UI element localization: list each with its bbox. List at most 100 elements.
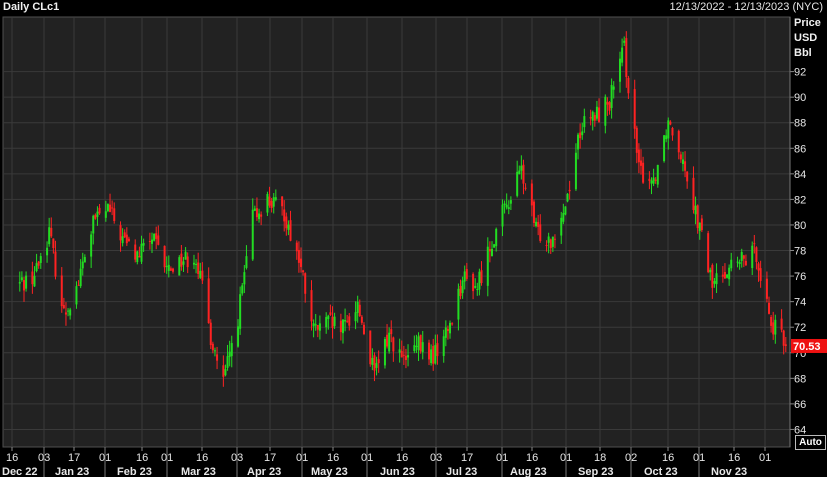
candle-body [369, 330, 372, 365]
candle-body [474, 285, 477, 288]
candle [209, 319, 212, 350]
candle-body [730, 259, 733, 269]
candle-body [780, 318, 783, 330]
candle-body [463, 271, 466, 282]
candle-body [258, 213, 261, 220]
candle-body [31, 271, 34, 285]
candle-body [522, 164, 525, 184]
candle-body [444, 327, 447, 338]
candle-body [272, 197, 275, 207]
candle-body [111, 207, 114, 209]
x-month-label: Feb 23 [117, 466, 152, 477]
candle-body [119, 225, 122, 241]
candle-body [25, 275, 28, 289]
candle-body [539, 224, 542, 241]
candle-body [300, 258, 303, 267]
candle-body [83, 257, 86, 263]
candle-body [304, 273, 307, 294]
candle-body [639, 160, 642, 166]
candle-body [216, 354, 219, 361]
candle-body [740, 252, 743, 261]
candle [369, 330, 372, 367]
candle-body [713, 281, 716, 284]
candle-body [75, 286, 78, 305]
candle-body [457, 288, 460, 320]
candle-body [681, 159, 684, 164]
candle-body [121, 236, 124, 244]
candle-body [606, 101, 609, 105]
candle-body [52, 238, 55, 248]
candle-body [195, 263, 198, 266]
candle-body [329, 312, 332, 315]
x-month-label: Oct 23 [644, 466, 678, 477]
candle-body [465, 268, 468, 279]
candle-body [549, 239, 552, 249]
candle-body [274, 197, 277, 200]
candle-body [667, 120, 670, 139]
candle-body [39, 256, 42, 263]
candle-body [182, 261, 185, 265]
candle-body [744, 260, 747, 266]
candle-body [577, 134, 580, 150]
candle-body [140, 243, 143, 262]
candle [656, 164, 659, 188]
x-day-label: 16 [6, 452, 18, 464]
candle-body [155, 233, 158, 239]
candle-body [671, 128, 674, 136]
candle-body [383, 339, 386, 366]
candle-body [237, 326, 240, 347]
candle-body [446, 328, 449, 332]
candle-body [501, 204, 504, 227]
y-axis: 646668707274767880828486889092PriceUSDBb… [789, 17, 821, 447]
y-tick-label: 68 [794, 373, 806, 385]
candle-body [486, 246, 489, 286]
candle-body [581, 131, 584, 136]
candle-body [239, 294, 242, 329]
candle-body [665, 135, 668, 140]
candle-body [417, 336, 420, 351]
candle-body [736, 261, 739, 263]
candle-body [184, 251, 187, 260]
candle-body [207, 278, 210, 323]
candle-body [495, 228, 498, 247]
x-month-label: Jun 23 [380, 466, 415, 477]
candle-body [436, 343, 439, 357]
last-price-marker: 70.53 [791, 338, 827, 353]
candle-body [604, 96, 607, 126]
candle-body [694, 205, 697, 215]
candle-body [759, 268, 762, 281]
candle-body [598, 107, 601, 122]
candle-body [125, 234, 128, 244]
candle-body [228, 351, 231, 357]
candle-body [371, 357, 374, 365]
candle-body [251, 209, 254, 260]
x-day-label: 16 [396, 452, 408, 464]
candle-body [134, 244, 137, 260]
candle-body [60, 275, 63, 307]
price-chart[interactable]: 646668707274767880828486889092PriceUSDBb… [0, 0, 827, 477]
candle-body [591, 111, 594, 121]
candle-body [509, 200, 512, 204]
candle-body [46, 247, 49, 256]
candle-body [390, 329, 393, 335]
candle-body [579, 132, 582, 139]
candle-body [520, 165, 523, 171]
candle-body [742, 255, 745, 259]
candle-body [199, 270, 202, 278]
auto-scale-button[interactable]: Auto [795, 435, 826, 450]
candle [178, 255, 181, 276]
x-day-label: 16 [327, 452, 339, 464]
candle-body [362, 324, 365, 334]
candle-body [109, 204, 112, 212]
y-tick-label: 78 [794, 246, 806, 258]
candle-body [700, 218, 703, 231]
candle-body [283, 209, 286, 222]
candle-body [270, 200, 273, 209]
candle-body [679, 154, 682, 160]
candle-body [684, 161, 687, 171]
candle [663, 134, 666, 163]
candle-body [104, 211, 107, 218]
candle-body [478, 271, 481, 290]
candle-body [625, 38, 628, 78]
x-axis: 16 03 17 01 16 01 16 03 17 01 16 01 16 03 17 01 16 01 18 02… [2, 447, 771, 477]
